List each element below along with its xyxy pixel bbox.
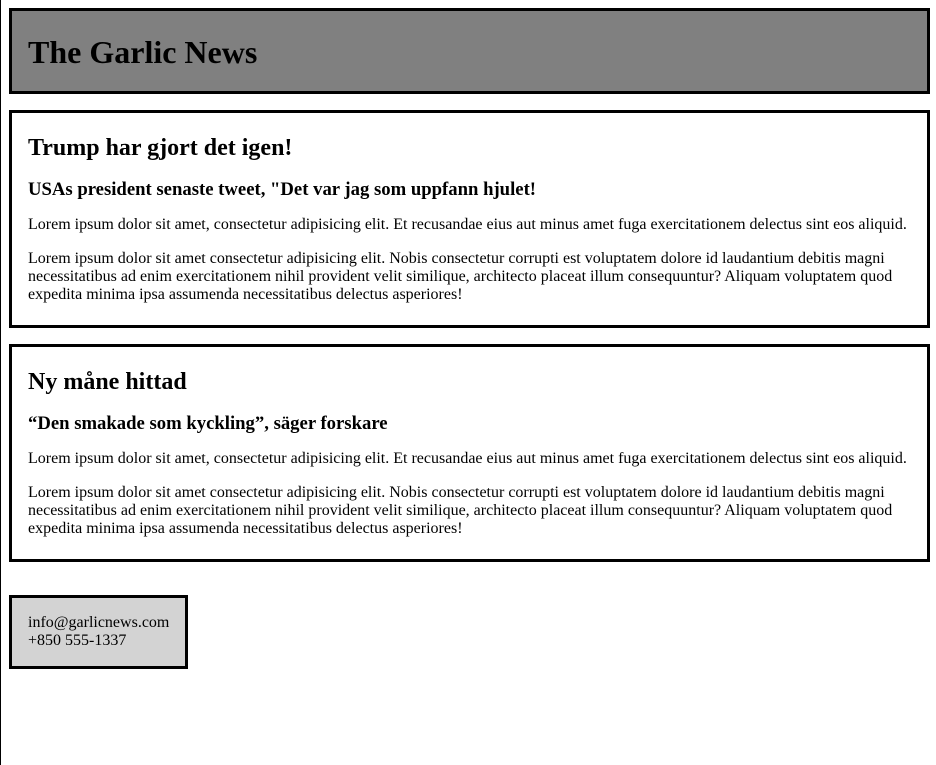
contact-box: info@garlicnews.com +850 555-1337 [9, 595, 188, 669]
article-subheadline: “Den smakade som kyckling”, säger forska… [28, 413, 388, 434]
article-paragraph: Lorem ipsum dolor sit amet consectetur a… [28, 484, 893, 537]
article-paragraph: Lorem ipsum dolor sit amet, consectetur … [28, 216, 907, 233]
article-card: Ny måne hittad “Den smakade som kyckling… [9, 344, 930, 562]
page-left-border [0, 0, 1, 765]
contact-phone: +850 555-1337 [28, 632, 127, 649]
article-paragraph: Lorem ipsum dolor sit amet consectetur a… [28, 250, 893, 303]
site-title: The Garlic News [28, 34, 258, 70]
article-headline: Ny måne hittad [28, 369, 187, 395]
article-subheadline: USAs president senaste tweet, "Det var j… [28, 179, 537, 200]
article-paragraph: Lorem ipsum dolor sit amet, consectetur … [28, 450, 907, 467]
article-headline: Trump har gjort det igen! [28, 135, 293, 161]
site-header: The Garlic News [9, 8, 930, 94]
contact-email: info@garlicnews.com [28, 614, 170, 631]
article-card: Trump har gjort det igen! USAs president… [9, 110, 930, 328]
